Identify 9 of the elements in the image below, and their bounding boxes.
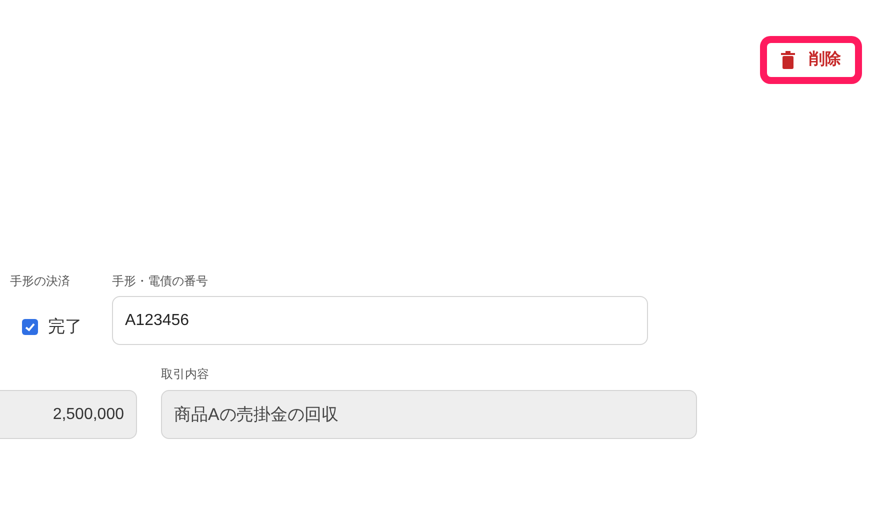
field-label: 手形・電債の番号 [112,273,209,289]
input-field[interactable]: A123456 [112,296,648,345]
trash-icon [781,51,795,69]
checkbox-label: 完了 [48,316,82,338]
checkmark-icon [24,321,36,333]
field-label: 手形の決済 [10,273,71,289]
delete-button[interactable]: 削除 [767,43,855,77]
field-label: 取引内容 [161,366,210,382]
checkbox[interactable] [22,319,38,335]
